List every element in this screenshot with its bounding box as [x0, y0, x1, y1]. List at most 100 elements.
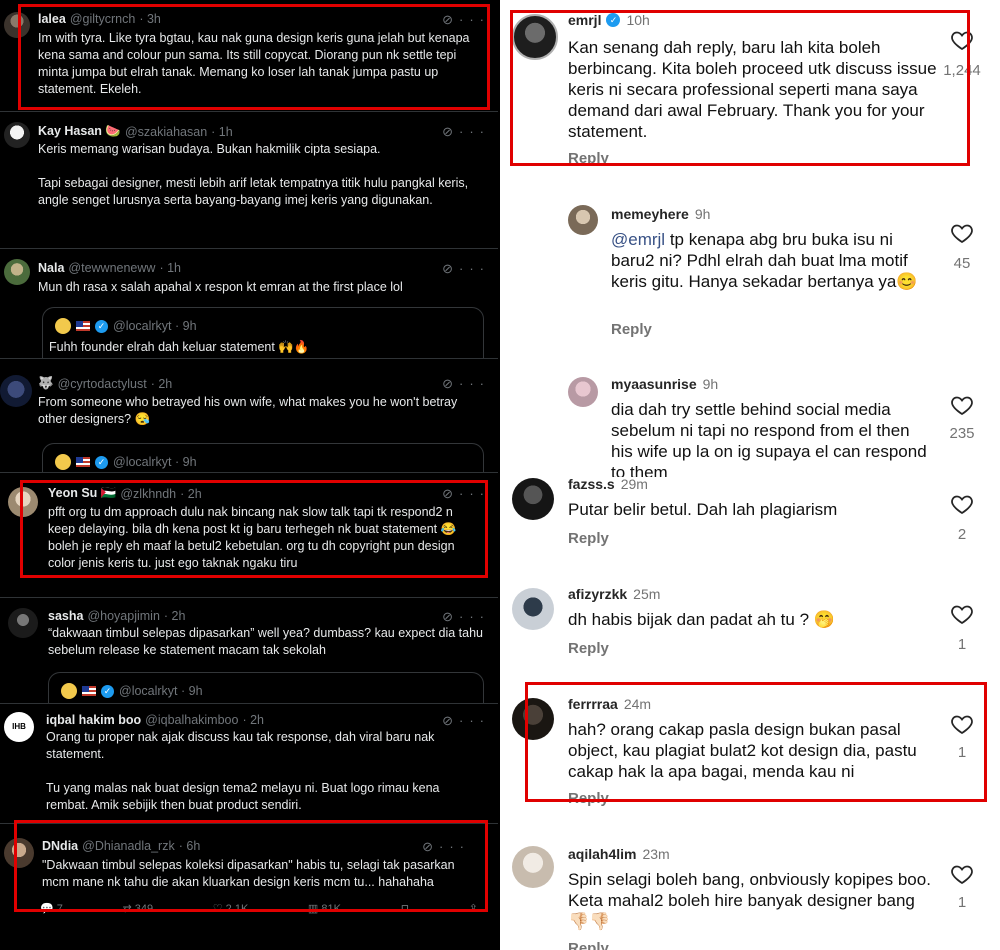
share-icon[interactable]: ⇪ [469, 902, 478, 915]
malaysia-flag-icon [82, 686, 96, 696]
retweet-action[interactable]: ⇄ 349 [123, 902, 154, 915]
quoted-tweet[interactable]: ✓ @localrkyt · 9h [48, 672, 484, 703]
like-count: 1 [957, 894, 967, 911]
avatar[interactable] [4, 838, 34, 868]
more-icon[interactable]: ··· [459, 486, 490, 501]
avatar[interactable]: IHB [4, 712, 34, 742]
avatar[interactable] [0, 375, 32, 407]
reply-button[interactable]: Reply [568, 790, 609, 807]
tweet-author-name[interactable]: iqbal hakim boo [46, 713, 141, 727]
comment-username[interactable]: aqilah4lim [568, 846, 636, 862]
like-count: 1,244 [943, 62, 981, 79]
quote-avatar [55, 318, 71, 334]
tweet[interactable]: Yeon Su 🇵🇸 @zlkhndh · 2h ⊘··· pfft org t… [0, 473, 498, 598]
tweet-author-name[interactable]: sasha [48, 609, 83, 623]
tweet[interactable]: Kay Hasan 🍉 @szakiahasan · 1h ⊘··· Keris… [0, 112, 498, 249]
like-heart-icon[interactable] [950, 393, 974, 417]
avatar[interactable] [512, 698, 554, 740]
tweet[interactable]: Nala @tewwneneww · 1h ⊘··· Mun dh rasa x… [0, 249, 498, 359]
comment-username[interactable]: ferrrraa [568, 696, 618, 712]
more-icon[interactable]: ··· [439, 839, 470, 854]
comment: myaasunrise 9h dia dah try settle behind… [500, 365, 1000, 477]
more-icon[interactable]: ··· [459, 12, 490, 27]
comment-username[interactable]: afizyrzkk [568, 586, 627, 602]
more-icon[interactable]: ··· [459, 261, 490, 276]
tweet[interactable]: 🐺 @cyrtodactylust · 2h ⊘··· From someone… [0, 365, 498, 473]
grok-icon[interactable]: ⊘ [442, 124, 459, 139]
avatar[interactable] [8, 487, 38, 517]
tweet-author-handle[interactable]: @szakiahasan [125, 125, 207, 139]
reply-button[interactable]: Reply [568, 940, 609, 950]
like-heart-icon[interactable] [950, 221, 974, 245]
quote-avatar [61, 683, 77, 699]
avatar[interactable] [512, 588, 554, 630]
views-action[interactable]: ▥ 81K [308, 902, 341, 915]
grok-icon[interactable]: ⊘ [442, 376, 459, 391]
more-icon[interactable]: ··· [459, 124, 490, 139]
like-heart-icon[interactable] [950, 712, 974, 736]
tweet-time: · 2h [242, 713, 265, 727]
tweet[interactable]: sasha @hoyapjimin · 2h ⊘··· “dakwaan tim… [0, 598, 498, 704]
avatar[interactable] [568, 205, 598, 235]
reply-action[interactable]: 💬 7 [40, 902, 63, 915]
like-action[interactable]: ♡ 2.1K [213, 902, 249, 915]
bookmark-icon[interactable]: ⊓ [401, 902, 410, 915]
tweet-author-handle[interactable]: @cyrtodactylust [58, 377, 147, 391]
avatar[interactable] [512, 478, 554, 520]
tweet-author-handle[interactable]: @tewwneneww [68, 261, 155, 275]
tweet-author-name[interactable]: lalea [38, 12, 66, 26]
like-heart-icon[interactable] [950, 492, 974, 516]
tweet-author-name[interactable]: Nala [38, 261, 64, 275]
verified-badge-icon: ✓ [95, 455, 108, 469]
tweet-time: · 6h [178, 839, 201, 853]
avatar[interactable] [512, 14, 558, 60]
grok-icon[interactable]: ⊘ [422, 839, 439, 854]
grok-icon[interactable]: ⊘ [442, 713, 459, 728]
tweet-author-name[interactable]: Yeon Su 🇵🇸 [48, 486, 116, 501]
tweet-author-handle[interactable]: @Dhianadla_rzk [82, 839, 175, 853]
tweet-author-name[interactable]: DNdia [42, 839, 78, 853]
grok-icon[interactable]: ⊘ [442, 12, 459, 27]
comment-username[interactable]: myaasunrise [611, 376, 697, 392]
comment-username[interactable]: emrjl [568, 12, 601, 28]
more-icon[interactable]: ··· [459, 609, 490, 624]
grok-icon[interactable]: ⊘ [442, 609, 459, 624]
mention-link[interactable]: @emrjl [611, 230, 665, 249]
tweet-author-handle[interactable]: @hoyapjimin [87, 609, 159, 623]
reply-button[interactable]: Reply [568, 150, 609, 167]
avatar[interactable] [568, 377, 598, 407]
like-heart-icon[interactable] [950, 602, 974, 626]
tweet[interactable]: IHB iqbal hakim boo @iqbalhakimboo · 2h … [0, 704, 498, 824]
tweet-author-handle[interactable]: @iqbalhakimboo [145, 713, 238, 727]
comment-username[interactable]: memeyhere [611, 206, 689, 222]
quoted-tweet[interactable]: ✓ @localrkyt · 9h Fuhh founder elrah dah… [42, 307, 484, 358]
comment-time: 24m [623, 696, 652, 712]
like-heart-icon[interactable] [950, 28, 974, 52]
avatar[interactable] [4, 259, 30, 285]
reply-button[interactable]: Reply [611, 321, 652, 338]
quoted-tweet[interactable]: ✓ @localrkyt · 9h [42, 443, 484, 472]
grok-icon[interactable]: ⊘ [442, 261, 459, 276]
comment-time: 10h [626, 12, 650, 28]
like-heart-icon[interactable] [950, 862, 974, 886]
tweet[interactable]: lalea @giltycrnch · 3h ⊘··· Im with tyra… [0, 0, 498, 112]
tweet-author-name[interactable]: 🐺 [38, 376, 54, 391]
reply-button[interactable]: Reply [568, 640, 609, 657]
tweet-author-handle[interactable]: @giltycrnch [70, 12, 136, 26]
comment-time: 9h [702, 376, 719, 392]
avatar[interactable] [4, 12, 30, 38]
avatar[interactable] [8, 608, 38, 638]
avatar[interactable] [512, 846, 554, 888]
avatar[interactable] [4, 122, 30, 148]
tweet-author-name[interactable]: Kay Hasan 🍉 [38, 124, 121, 139]
quote-avatar [55, 454, 71, 470]
tweet[interactable]: DNdia @Dhianadla_rzk · 6h ⊘··· "Dakwaan … [0, 824, 498, 950]
reply-button[interactable]: Reply [568, 530, 609, 547]
more-icon[interactable]: ··· [459, 376, 490, 391]
tweet-author-handle[interactable]: @zlkhndh [120, 487, 176, 501]
tweet-time: · 1h [159, 261, 181, 275]
grok-icon[interactable]: ⊘ [442, 486, 459, 501]
quote-handle: @localrkyt · 9h [113, 319, 197, 333]
comment-username[interactable]: fazss.s [568, 476, 615, 492]
more-icon[interactable]: ··· [459, 713, 490, 728]
